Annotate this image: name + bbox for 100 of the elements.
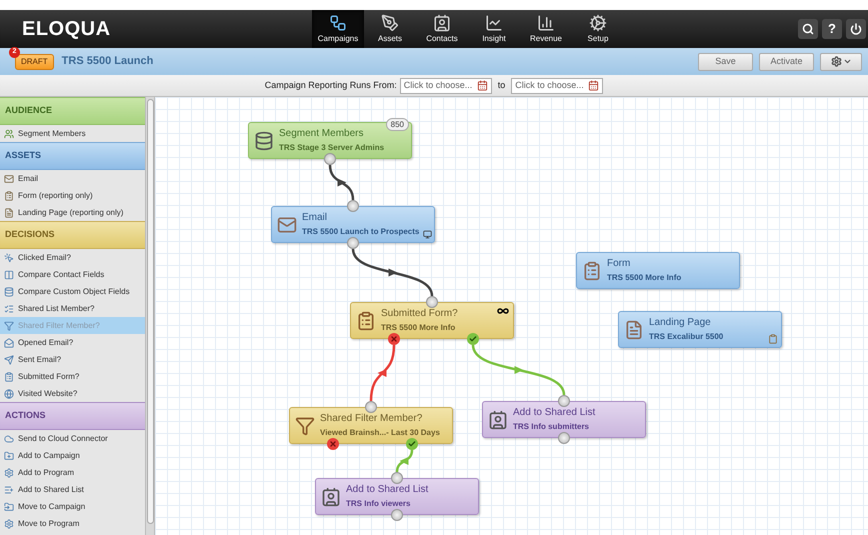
- help-button[interactable]: ?: [822, 19, 842, 39]
- palette-item[interactable]: Compare Custom Object Fields: [0, 283, 145, 300]
- connector-port[interactable]: [365, 401, 377, 413]
- calendar-icon: [588, 80, 600, 91]
- palette-item[interactable]: Submitted Form?: [0, 368, 145, 385]
- palette-item[interactable]: Opened Email?: [0, 334, 145, 351]
- yes-port[interactable]: [406, 438, 418, 450]
- campaign-step-node[interactable]: Landing Page TRS Excalibur 5500: [618, 311, 782, 348]
- settings-menu-button[interactable]: [820, 52, 862, 70]
- nav-tab[interactable]: Contacts: [416, 10, 468, 48]
- campaign-title: TRS 5500 Launch: [62, 54, 154, 70]
- connector-port[interactable]: [426, 296, 438, 308]
- connector-port[interactable]: [558, 395, 570, 407]
- date-field[interactable]: Click to choose...: [400, 78, 492, 94]
- gear-icon: [4, 518, 14, 528]
- palette-item[interactable]: Form (reporting only): [0, 187, 145, 204]
- node-title: Landing Page: [649, 316, 712, 330]
- globe-icon: [4, 388, 14, 398]
- palette-item[interactable]: Shared List Member?: [0, 300, 145, 317]
- folder-icon: [4, 502, 14, 512]
- clipboard-icon: [768, 334, 778, 344]
- nav-tab[interactable]: Insight: [468, 10, 520, 48]
- cross-icon: [390, 335, 398, 343]
- contact-card-icon: [321, 486, 341, 506]
- date-field[interactable]: Click to choose...: [511, 78, 604, 94]
- palette-item[interactable]: Visited Website?: [0, 385, 145, 402]
- count-badge: 850: [386, 118, 409, 131]
- database-icon: [4, 286, 14, 296]
- node-subtitle: TRS 5500 Launch to Prospects: [302, 226, 420, 238]
- list-icon: [4, 304, 14, 314]
- clipboard-icon: [4, 190, 14, 200]
- document-icon: [4, 208, 14, 218]
- palette-item[interactable]: Add to Campaign: [0, 447, 145, 464]
- cross-icon: [329, 440, 337, 448]
- separator-text: to: [496, 78, 506, 92]
- line-chart-icon: [485, 14, 503, 32]
- connector-port[interactable]: [324, 153, 336, 165]
- campaign-step-node[interactable]: Shared Filter Member? Viewed Brainsh...- Last 30 Days: [289, 407, 453, 444]
- campaign-step-node[interactable]: Submitted Form? TRS 5500 More Info: [350, 302, 514, 339]
- clipboard-icon: [582, 260, 602, 280]
- check-icon: [408, 440, 416, 448]
- no-port[interactable]: [388, 333, 400, 345]
- campaign-step-node[interactable]: Add to Shared List TRS Info submitters: [482, 401, 646, 438]
- gear-icon: [589, 14, 607, 32]
- palette-section-header[interactable]: DECISIONS: [0, 221, 145, 249]
- power-button[interactable]: [846, 19, 866, 39]
- connector-port[interactable]: [391, 472, 403, 484]
- palette-item[interactable]: Add to Shared List: [0, 481, 145, 498]
- palette-section-header[interactable]: ACTIONS: [0, 402, 145, 430]
- node-title: Email: [302, 210, 328, 224]
- nav-tab[interactable]: Campaigns: [312, 10, 364, 48]
- node-title: Segment Members: [279, 126, 364, 140]
- connector-port[interactable]: [347, 200, 359, 212]
- draft-badge: DRAFT: [15, 54, 54, 70]
- scrollbar[interactable]: [145, 97, 155, 535]
- nav-tab[interactable]: Revenue: [520, 10, 572, 48]
- campaign-step-node[interactable]: Email TRS 5500 Launch to Prospects: [271, 206, 435, 243]
- palette-item[interactable]: Move to Campaign: [0, 498, 145, 515]
- palette-item[interactable]: Send to Cloud Connector: [0, 430, 145, 447]
- palette-item[interactable]: Clicked Email?: [0, 249, 145, 266]
- connector-port[interactable]: [558, 432, 570, 444]
- palette-item[interactable]: Add to Program: [0, 464, 145, 481]
- no-port[interactable]: [327, 438, 339, 450]
- node-subtitle: TRS Info viewers: [346, 498, 412, 510]
- nav-tab[interactable]: Setup: [572, 10, 624, 48]
- search-icon: [802, 23, 814, 35]
- palette-item[interactable]: Segment Members: [0, 125, 145, 142]
- clipboard-icon: [356, 310, 376, 330]
- gear-icon: [4, 468, 14, 478]
- campaign-step-node[interactable]: Add to Shared List TRS Info viewers: [315, 478, 479, 515]
- document-icon: [624, 320, 644, 340]
- toolbar-button[interactable]: Save: [698, 52, 753, 70]
- database-icon: [254, 130, 274, 150]
- palette-item[interactable]: Sent Email?: [0, 351, 145, 368]
- palette-item[interactable]: Email: [0, 170, 145, 187]
- nav-tab[interactable]: Assets: [364, 10, 416, 48]
- palette-section-header[interactable]: ASSETS: [0, 142, 145, 170]
- search-button[interactable]: [798, 19, 818, 39]
- funnel-icon: [295, 416, 315, 436]
- list-icon: [4, 484, 14, 494]
- palette-item[interactable]: Compare Contact Fields: [0, 266, 145, 283]
- connector-port[interactable]: [391, 509, 403, 521]
- funnel-icon: [4, 320, 14, 330]
- palette-section-header[interactable]: AUDIENCE: [0, 97, 145, 125]
- caret-icon: [842, 57, 852, 66]
- node-title: Form: [607, 256, 632, 270]
- node-subtitle: TRS Excalibur 5500: [649, 330, 724, 342]
- cloud-icon: [4, 434, 14, 444]
- gear-icon: [830, 56, 842, 67]
- envelope-icon: [4, 174, 14, 184]
- palette-item[interactable]: Landing Page (reporting only): [0, 204, 145, 221]
- connector-port[interactable]: [347, 237, 359, 249]
- toolbar-button[interactable]: Activate: [759, 52, 814, 70]
- palette-item[interactable]: Move to Program: [0, 515, 145, 532]
- contact-card-icon: [433, 14, 451, 32]
- campaign-step-node[interactable]: Form TRS 5500 More Info: [576, 252, 740, 289]
- reporting-label: Campaign Reporting Runs From:: [264, 78, 397, 92]
- yes-port[interactable]: [467, 333, 479, 345]
- power-icon: [850, 23, 862, 35]
- node-subtitle: Viewed Brainsh...- Last 30 Days: [320, 426, 440, 439]
